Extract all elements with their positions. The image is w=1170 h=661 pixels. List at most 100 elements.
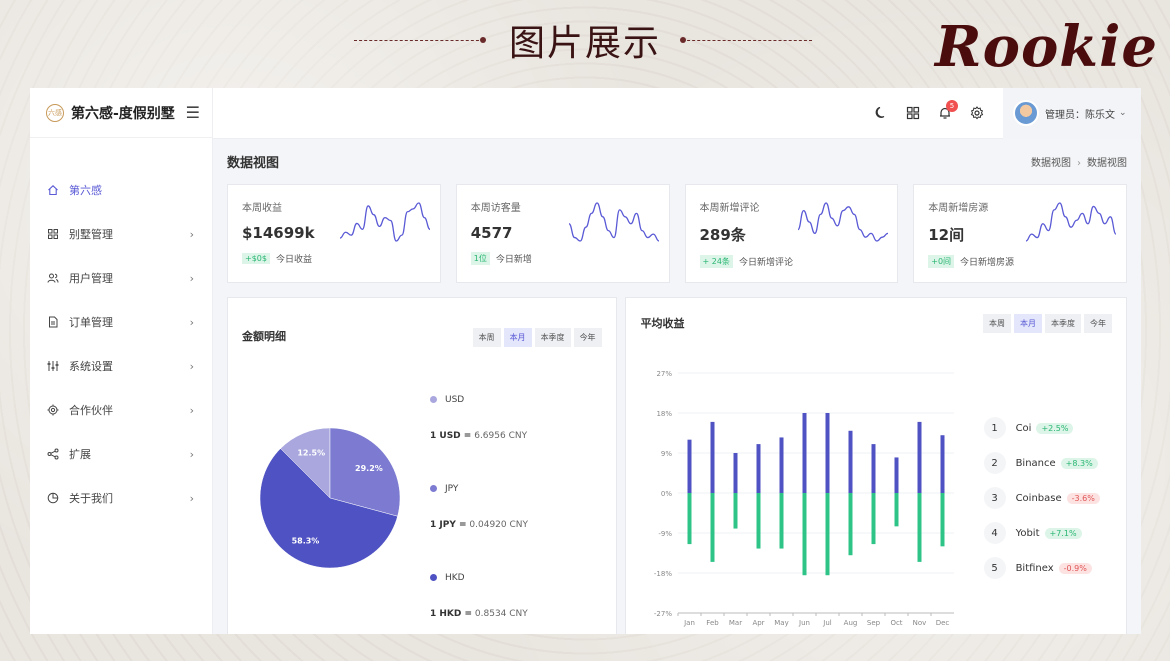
currency-item: USD — [430, 395, 464, 405]
app-name: 第六感-度假别墅 — [71, 105, 175, 122]
logo-row: 六感 第六感-度假别墅 ☰ — [30, 88, 212, 138]
y-tick-label: -18% — [653, 570, 671, 578]
apps-grid-icon[interactable] — [897, 97, 929, 129]
sparkline-path — [797, 202, 888, 242]
stat-footer: +0间 今日新增房源 — [928, 255, 1112, 268]
exchange-name: Coinbase — [1015, 492, 1062, 504]
sidebar-item-users[interactable]: 用户管理 › — [30, 256, 212, 300]
bar-positive — [848, 430, 853, 493]
tab-quarter[interactable]: 本季度 — [1045, 314, 1081, 333]
average-income-card: 平均收益 本周 本月 本季度 今年 27% 18% 9% 0% -9% -18% -27% J… — [624, 297, 1127, 634]
sparkline — [340, 202, 430, 242]
sidebar-item-label: 别墅管理 — [69, 228, 113, 241]
tab-year[interactable]: 今年 — [573, 328, 602, 347]
stat-card-listings: 本周新增房源 12间 +0间 今日新增房源 — [913, 184, 1127, 283]
x-tick-label: Feb — [706, 619, 719, 627]
bar-negative — [710, 493, 715, 562]
x-tick-label: Apr — [752, 619, 764, 627]
period-tabs: 本周 本月 本季度 今年 — [472, 328, 602, 347]
rank-number: 1 — [983, 417, 1006, 439]
tab-year[interactable]: 今年 — [1084, 314, 1112, 333]
page-header: 数据视图 数据视图 › 数据视图 — [227, 139, 1127, 184]
stat-tag: + 24条 — [699, 255, 733, 268]
topbar: 5 管理员：陈乐文 ⌄ — [213, 88, 1141, 139]
legend-dot — [430, 396, 437, 403]
sidebar-item-orders[interactable]: 订单管理 › — [30, 300, 212, 344]
exchange-name: Bitfinex — [1015, 562, 1054, 574]
stat-note: 今日新增房源 — [960, 258, 1015, 268]
rate-value: 0.8534 CNY — [474, 609, 528, 619]
stat-card-revenue: 本周收益 $14699k +$0$ 今日收益 — [227, 184, 441, 283]
stat-card-comments: 本周新增评论 289条 + 24条 今日新增评论 — [684, 184, 899, 283]
gear-icon[interactable] — [961, 97, 993, 129]
chevron-right-icon: › — [189, 271, 194, 285]
notification-badge: 5 — [946, 100, 958, 112]
period-tabs: 本周 本月 本季度 今年 — [983, 314, 1112, 333]
bell-icon[interactable]: 5 — [929, 97, 961, 129]
dark-mode-icon[interactable] — [865, 97, 897, 129]
rate-label: 1 HKD = — [430, 609, 473, 619]
change-badge: -3.6% — [1066, 492, 1100, 504]
y-tick-label: 18% — [656, 410, 672, 418]
bar-negative — [802, 493, 807, 576]
bar-positive — [733, 453, 738, 493]
change-badge: +8.3% — [1060, 457, 1098, 469]
chart-row: 金额明细 本周 本月 本季度 今年 12.5% 29.2% 58.3% USD 1 … — [227, 297, 1127, 634]
bar-positive — [917, 421, 922, 493]
chevron-right-icon: › — [189, 447, 194, 461]
x-tick-label: Jan — [683, 619, 695, 627]
menu-toggle-icon[interactable]: ☰ — [186, 103, 200, 122]
sidebar-item-about[interactable]: 关于我们 › — [30, 476, 212, 520]
change-badge: -0.9% — [1058, 562, 1092, 574]
card-title: 金额明细 — [242, 330, 286, 343]
chevron-right-icon: › — [1077, 158, 1081, 169]
sparkline-path — [340, 202, 430, 242]
tab-month[interactable]: 本月 — [503, 328, 532, 347]
stat-tag: +0间 — [928, 255, 955, 268]
ranking-item: 5 Bitfinex -0.9% — [983, 557, 1092, 579]
home-icon — [47, 184, 59, 196]
sidebar-item-label: 关于我们 — [69, 492, 113, 505]
tab-quarter[interactable]: 本季度 — [534, 328, 571, 347]
x-tick-label: Aug — [843, 619, 857, 627]
y-tick-label: -27% — [653, 610, 671, 618]
sidebar-item-home[interactable]: 第六感 — [30, 168, 212, 212]
chevron-right-icon: › — [189, 359, 194, 373]
bar-negative — [756, 493, 761, 549]
chevron-down-icon: ⌄ — [1119, 108, 1127, 118]
document-icon — [47, 316, 59, 328]
x-tick-label: Nov — [912, 619, 926, 627]
breadcrumb-current: 数据视图 — [1087, 158, 1127, 169]
bar-positive — [894, 457, 899, 493]
rate-value: 0.04920 CNY — [469, 520, 529, 530]
sidebar-item-settings[interactable]: 系统设置 › — [30, 344, 212, 388]
bar-positive — [871, 444, 876, 493]
rate-label: 1 JPY = — [430, 520, 467, 530]
user-menu[interactable]: 管理员：陈乐文 ⌄ — [1003, 88, 1141, 139]
sparkline-path — [568, 202, 659, 242]
breadcrumb: 数据视图 › 数据视图 — [1031, 154, 1127, 169]
stat-card-visitors: 本周访客量 4577 1位 今日新增 — [455, 184, 670, 283]
bar-negative — [871, 493, 876, 545]
currency-rate: 1 JPY = 0.04920 CNY — [430, 520, 528, 530]
bar-positive — [825, 413, 830, 493]
bar-positive — [940, 435, 945, 493]
breadcrumb-item[interactable]: 数据视图 — [1031, 158, 1071, 169]
bar-negative — [825, 493, 830, 576]
pie-slice-label: 58.3% — [292, 536, 320, 545]
sidebar-item-villa[interactable]: 别墅管理 › — [30, 212, 212, 256]
tab-week[interactable]: 本周 — [472, 328, 501, 347]
tab-week[interactable]: 本周 — [983, 314, 1011, 333]
share-icon — [47, 448, 59, 460]
stat-note: 今日新增评论 — [738, 258, 793, 268]
sidebar-item-partners[interactable]: 合作伙伴 › — [30, 388, 212, 432]
bar-negative — [894, 493, 899, 527]
y-tick-label: 0% — [660, 490, 671, 498]
y-tick-label: 27% — [656, 370, 672, 378]
bar-positive — [756, 444, 761, 493]
sidebar-item-extensions[interactable]: 扩展 › — [30, 432, 212, 476]
tab-month[interactable]: 本月 — [1014, 314, 1042, 333]
rank-number: 3 — [983, 487, 1006, 509]
chevron-right-icon: › — [189, 491, 194, 505]
currency-name: JPY — [445, 484, 459, 494]
